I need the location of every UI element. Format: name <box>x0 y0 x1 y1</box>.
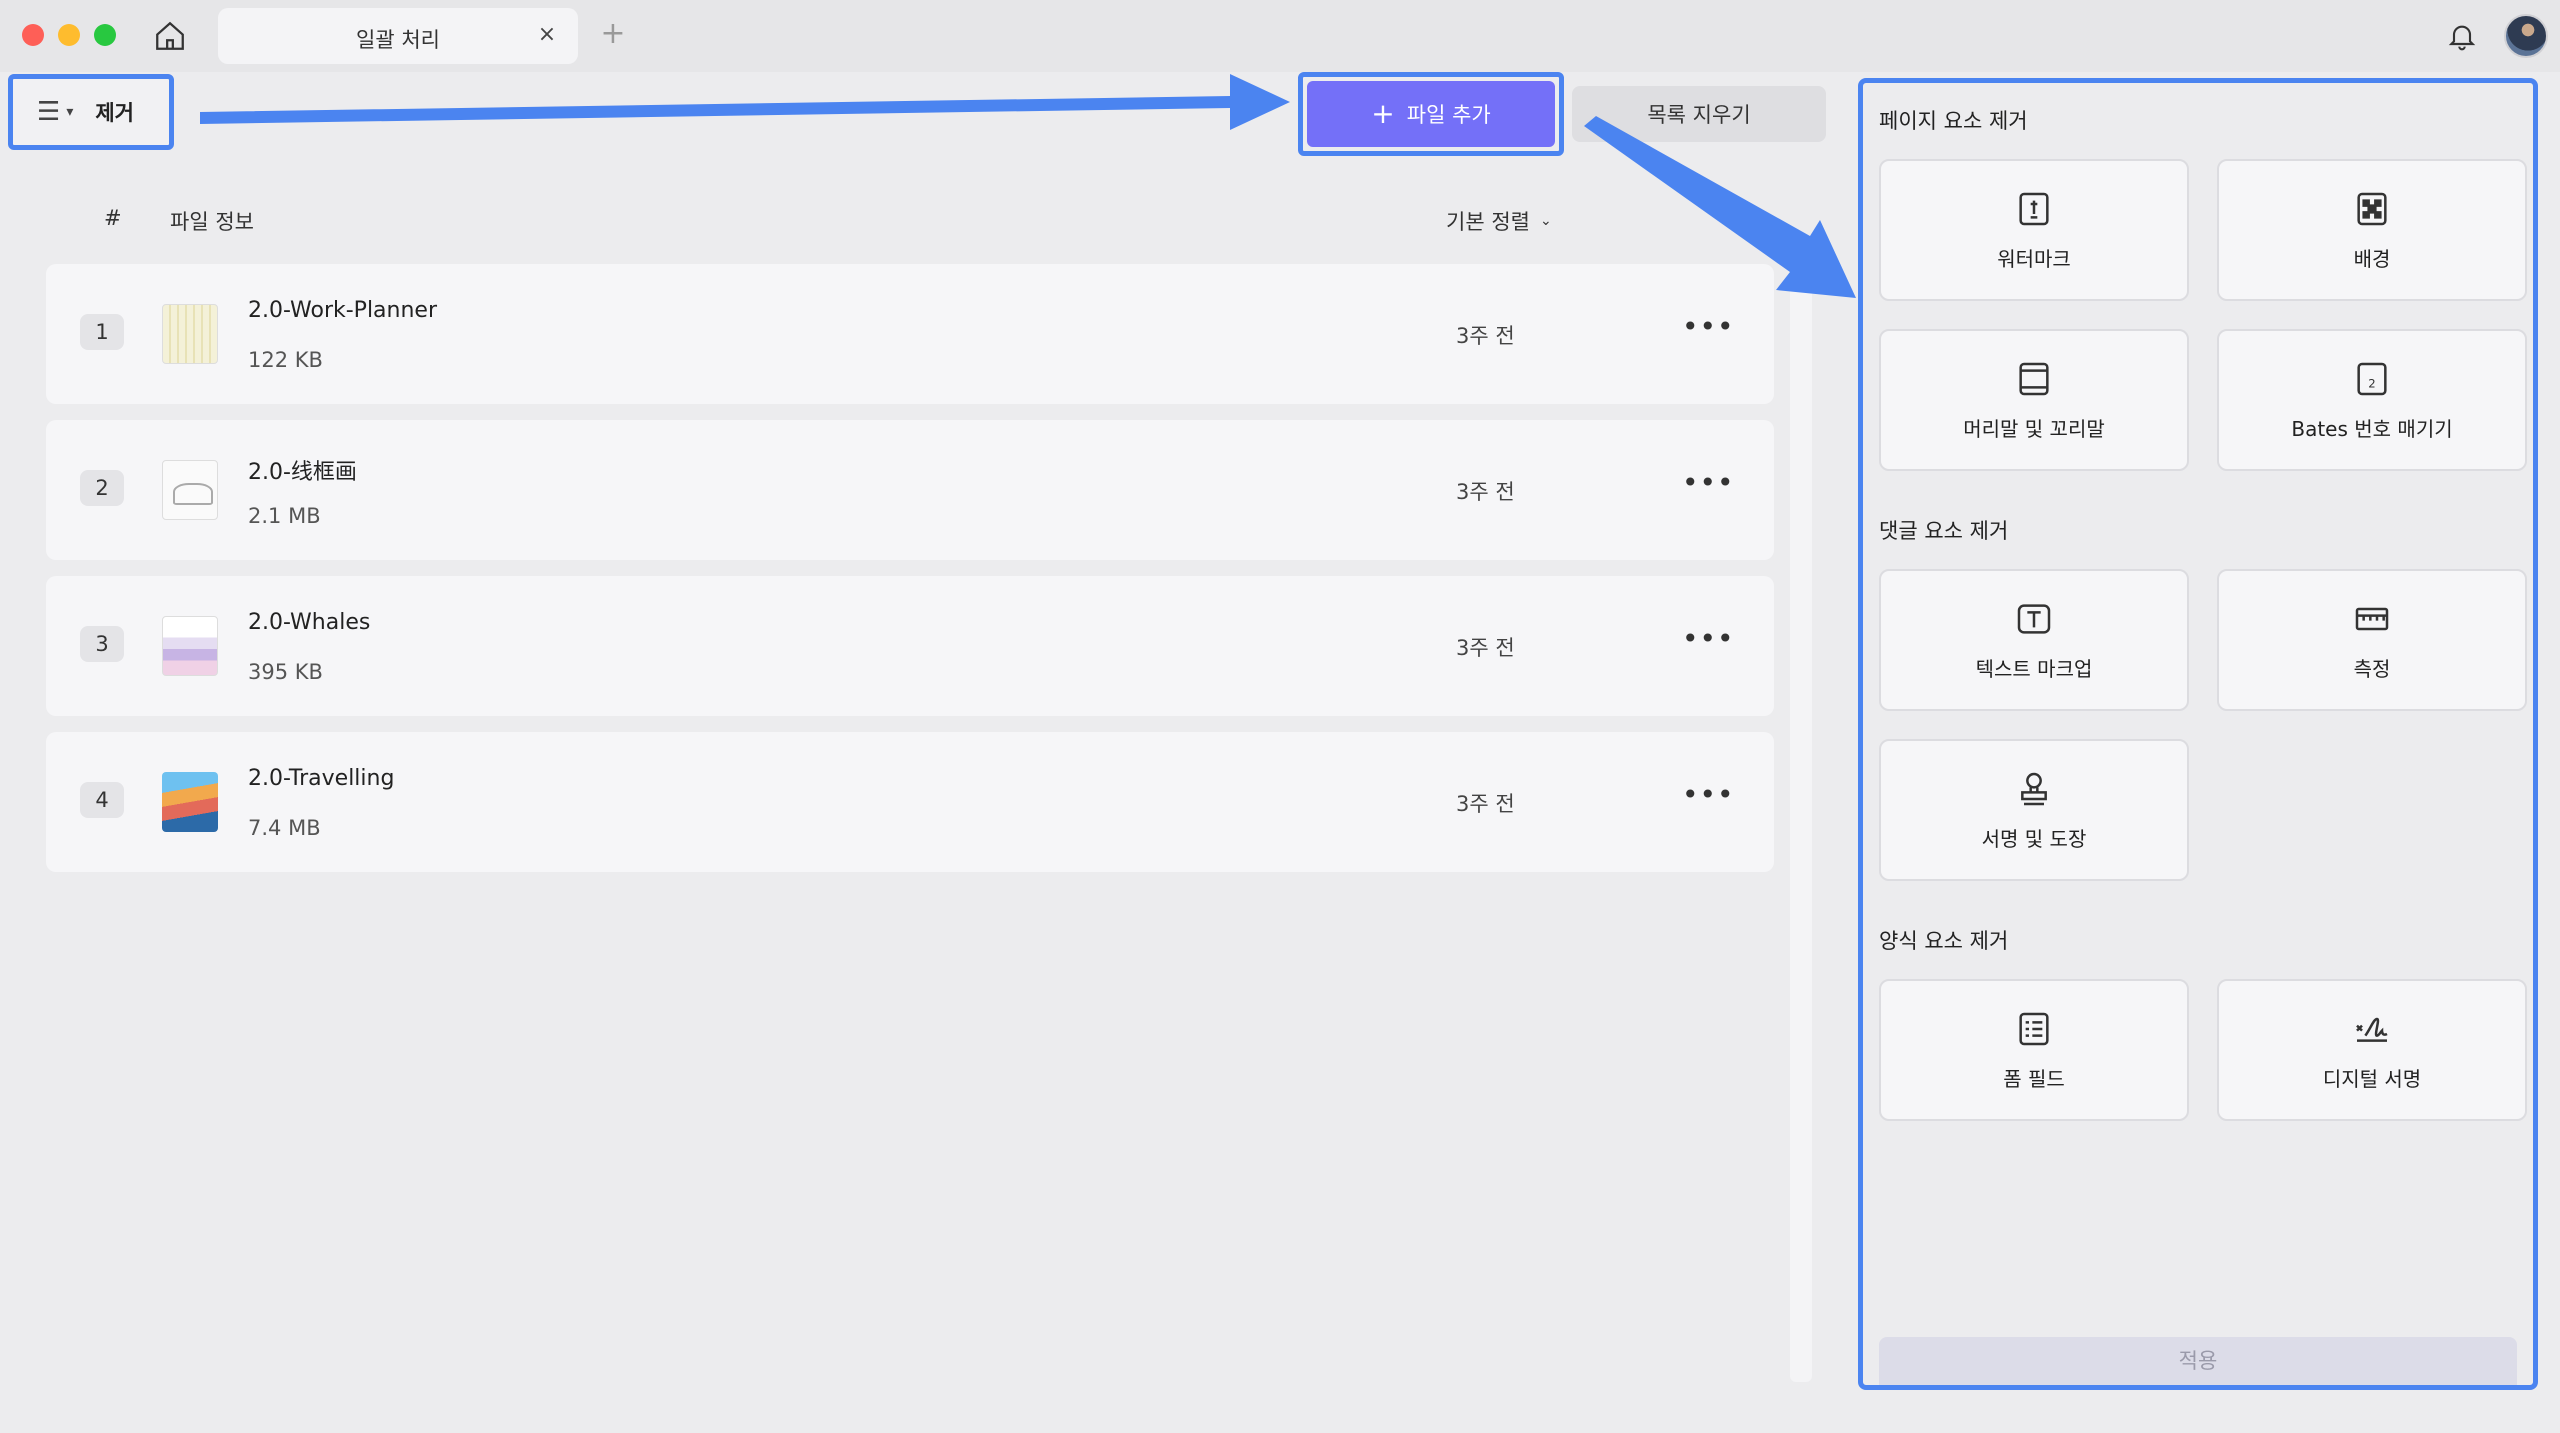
file-time: 3주 전 <box>1456 324 1515 348</box>
file-row[interactable]: 4 2.0-Travelling 7.4 MB 3주 전 ••• <box>46 732 1774 872</box>
bates-number-icon: 2 <box>2357 362 2387 395</box>
file-size: 395 KB <box>248 660 323 684</box>
tool-digital-signature[interactable]: 디지털 서명 <box>2217 979 2527 1121</box>
more-options-button[interactable]: ••• <box>1682 313 1734 350</box>
tool-label: 머리말 및 꼬리말 <box>1963 416 2105 441</box>
tool-label: 배경 <box>2353 246 2391 271</box>
signature-icon <box>2356 1017 2388 1042</box>
notification-button[interactable] <box>2442 16 2482 56</box>
tool-label: 텍스트 마크업 <box>1975 656 2093 681</box>
row-index: 1 <box>80 314 124 350</box>
tool-label: 폼 필드 <box>2003 1066 2065 1091</box>
tool-bates-numbering[interactable]: 2 Bates 번호 매기기 <box>2217 329 2527 471</box>
home-icon <box>156 21 184 50</box>
tool-label: Bates 번호 매기기 <box>2291 416 2453 441</box>
mode-dropdown[interactable]: ☰ ▾ 제거 <box>8 74 174 150</box>
row-index: 2 <box>80 470 124 506</box>
section-title-comment: 댓글 요소 제거 <box>1879 519 2009 543</box>
menu-icon: ☰ <box>37 97 61 127</box>
row-index: 3 <box>80 626 124 662</box>
file-row[interactable]: 2 2.0-线框画 2.1 MB 3주 전 ••• <box>46 420 1774 560</box>
tool-label: 디지털 서명 <box>2322 1066 2422 1091</box>
form-field-icon <box>2019 1012 2049 1045</box>
sort-dropdown[interactable]: 기본 정렬 ⌄ <box>1446 206 1552 236</box>
file-name: 2.0-Whales <box>248 610 371 635</box>
file-size: 7.4 MB <box>248 816 321 840</box>
chevron-down-icon: ▾ <box>66 104 74 120</box>
add-file-label: 파일 추가 <box>1406 103 1491 127</box>
tool-label: 측정 <box>2353 656 2391 681</box>
file-time: 3주 전 <box>1456 792 1515 816</box>
section-title-form: 양식 요소 제거 <box>1879 929 2009 953</box>
remove-elements-panel: 페이지 요소 제거 워터마크 배경 머리말 및 꼬리말 2 Bates 번호 매… <box>1858 78 2538 1390</box>
tool-label: 워터마크 <box>1997 246 2071 271</box>
file-row[interactable]: 1 2.0-Work-Planner 122 KB 3주 전 ••• <box>46 264 1774 404</box>
column-header-file-info: 파일 정보 <box>170 210 254 234</box>
avatar[interactable] <box>2504 14 2548 58</box>
zoom-window-button[interactable] <box>94 24 116 46</box>
add-file-button[interactable]: + 파일 추가 <box>1307 81 1555 147</box>
mode-label: 제거 <box>95 101 134 125</box>
new-tab-button[interactable]: + <box>598 16 628 52</box>
tool-label: 서명 및 도장 <box>1981 826 2087 851</box>
clear-list-button[interactable]: 목록 지우기 <box>1572 86 1826 142</box>
minimize-window-button[interactable] <box>58 24 80 46</box>
file-name: 2.0-Work-Planner <box>248 298 438 323</box>
file-list: 1 2.0-Work-Planner 122 KB 3주 전 ••• 2 2.0… <box>46 264 1774 888</box>
scrollbar[interactable] <box>1790 264 1812 1382</box>
tool-background[interactable]: 배경 <box>2217 159 2527 301</box>
file-thumbnail <box>162 616 218 676</box>
ruler-icon <box>2355 607 2389 630</box>
file-thumbnail <box>162 772 218 832</box>
more-options-button[interactable]: ••• <box>1682 469 1734 506</box>
column-header-index: # <box>104 206 122 230</box>
title-bar: 일괄 처리 × + <box>0 0 2560 72</box>
tab-batch-process[interactable]: 일괄 처리 × <box>218 8 578 64</box>
file-time: 3주 전 <box>1456 636 1515 660</box>
tool-header-footer[interactable]: 머리말 및 꼬리말 <box>1879 329 2189 471</box>
file-size: 122 KB <box>248 348 323 372</box>
home-button[interactable] <box>150 16 190 56</box>
more-options-button[interactable]: ••• <box>1682 781 1734 818</box>
arrow-to-add-file <box>200 74 1290 130</box>
more-options-button[interactable]: ••• <box>1682 625 1734 662</box>
chevron-down-icon: ⌄ <box>1539 213 1552 229</box>
file-time: 3주 전 <box>1456 480 1515 504</box>
stamp-icon <box>2021 772 2047 805</box>
tool-watermark[interactable]: 워터마크 <box>1879 159 2189 301</box>
file-name: 2.0-Travelling <box>248 766 395 791</box>
bell-icon <box>2448 25 2476 51</box>
sort-label: 기본 정렬 <box>1446 210 1530 234</box>
tab-close-icon[interactable]: × <box>534 22 560 48</box>
close-window-button[interactable] <box>22 24 44 46</box>
plus-icon: + <box>1371 97 1395 130</box>
file-thumbnail <box>162 460 218 520</box>
tool-measure[interactable]: 측정 <box>2217 569 2527 711</box>
file-size: 2.1 MB <box>248 504 321 528</box>
text-markup-icon <box>2017 603 2051 634</box>
file-row[interactable]: 3 2.0-Whales 395 KB 3주 전 ••• <box>46 576 1774 716</box>
apply-button[interactable]: 적용 <box>1879 1337 2517 1385</box>
file-name: 2.0-线框画 <box>248 460 357 485</box>
background-icon <box>2357 192 2387 225</box>
tool-signature-stamp[interactable]: 서명 및 도장 <box>1879 739 2189 881</box>
section-title-page: 페이지 요소 제거 <box>1879 109 2028 133</box>
watermark-icon <box>2019 192 2049 225</box>
add-file-highlight: + 파일 추가 <box>1298 72 1564 156</box>
tool-text-markup[interactable]: 텍스트 마크업 <box>1879 569 2189 711</box>
header-footer-icon <box>2019 362 2049 395</box>
tool-form-field[interactable]: 폼 필드 <box>1879 979 2189 1121</box>
svg-text:2: 2 <box>2368 376 2375 390</box>
file-thumbnail <box>162 304 218 364</box>
row-index: 4 <box>80 782 124 818</box>
tab-label: 일괄 처리 <box>356 28 440 52</box>
